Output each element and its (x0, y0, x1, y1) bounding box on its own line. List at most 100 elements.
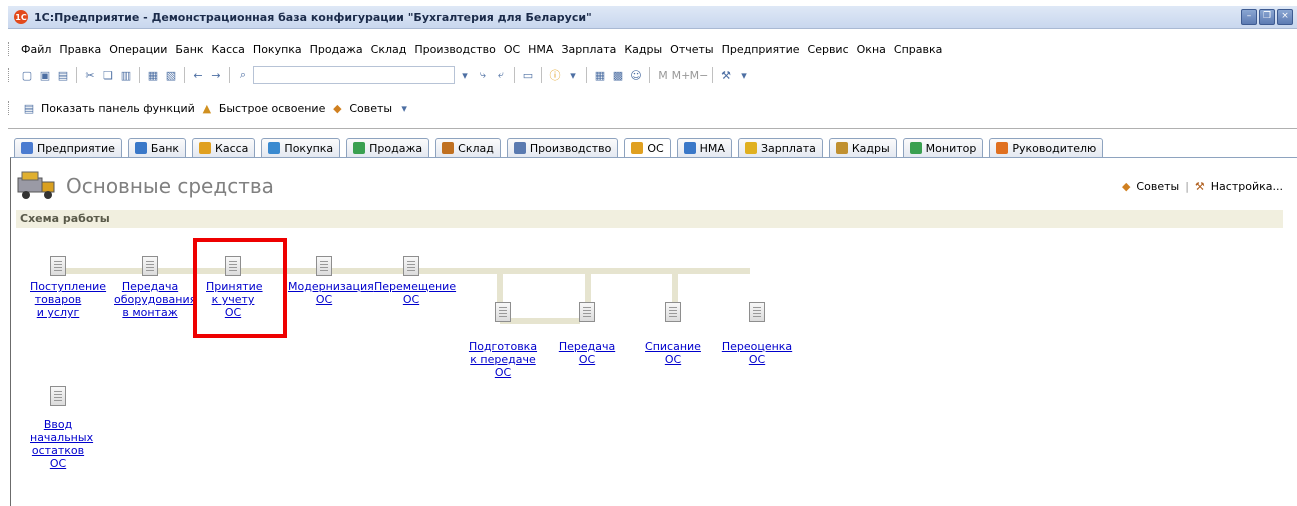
node-modernization[interactable]: Модернизация ОС (288, 256, 374, 306)
tips-link[interactable]: Советы (1136, 180, 1179, 193)
tab-12[interactable]: Руководителю (989, 138, 1104, 158)
menu-salary[interactable]: Зарплата (557, 43, 620, 56)
node-receipt-label[interactable]: Поступление товаров и услуг (30, 280, 106, 319)
copy-icon[interactable]: ❏ (100, 67, 116, 83)
menu-file[interactable]: Файл (17, 43, 55, 56)
node-prepare-transfer-label[interactable]: Подготовка к передаче ОС (466, 340, 540, 379)
window-icon[interactable]: ▭ (520, 67, 536, 83)
tab-label: Предприятие (37, 141, 115, 155)
print-icon[interactable]: ▦ (145, 67, 161, 83)
tab-icon (134, 142, 147, 154)
tab-9[interactable]: Зарплата (737, 138, 823, 158)
cut-icon[interactable]: ✂ (82, 67, 98, 83)
tab-4[interactable]: Продажа (346, 138, 430, 158)
menu-production[interactable]: Производство (410, 43, 499, 56)
search-icon[interactable]: ⌕ (235, 67, 251, 83)
node-transfer-os[interactable]: Передача ОС (550, 302, 624, 366)
tab-8[interactable]: НМА (676, 138, 732, 158)
quick-start-button[interactable]: Быстрое освоение (219, 102, 326, 115)
menu-operations[interactable]: Операции (105, 43, 171, 56)
chevron-down-icon[interactable]: ▾ (396, 100, 412, 116)
node-prepare-transfer[interactable]: Подготовка к передаче ОС (466, 302, 540, 379)
toolbar-separator (541, 67, 542, 83)
calculator-icon[interactable]: ▦ (592, 67, 608, 83)
save-icon[interactable]: ▤ (55, 67, 71, 83)
tab-label: Кадры (851, 141, 890, 155)
show-functions-panel-button[interactable]: Показать панель функций (41, 102, 195, 115)
tab-2[interactable]: Касса (192, 138, 256, 158)
memory-icon[interactable]: M (655, 67, 671, 83)
tab-3[interactable]: Покупка (261, 138, 341, 158)
tab-5[interactable]: Склад (435, 138, 501, 158)
back-icon[interactable]: ← (190, 67, 206, 83)
preview-icon[interactable]: ▧ (163, 67, 179, 83)
tab-11[interactable]: Монитор (902, 138, 984, 158)
node-relocation[interactable]: Перемещение ОС (374, 256, 456, 306)
node-revaluation-label[interactable]: Переоценка ОС (720, 340, 794, 366)
menu-nma[interactable]: НМА (524, 43, 557, 56)
menu-help[interactable]: Справка (890, 43, 946, 56)
restore-icon[interactable]: ❐ (1259, 9, 1275, 25)
toolbar-grip (8, 68, 11, 82)
node-opening-balances[interactable]: Ввод начальных остатков ОС (30, 386, 93, 470)
menu-os[interactable]: ОС (500, 43, 524, 56)
menu-hr[interactable]: Кадры (620, 43, 666, 56)
menu-cash[interactable]: Касса (208, 43, 249, 56)
menu-sales[interactable]: Продажа (306, 43, 367, 56)
menu-enterprise[interactable]: Предприятие (718, 43, 804, 56)
chevron-down-icon[interactable]: ▾ (457, 67, 473, 83)
memory-minus-icon[interactable]: M− (690, 67, 709, 83)
menu-reports[interactable]: Отчеты (666, 43, 717, 56)
close-icon[interactable]: × (1277, 9, 1293, 25)
chevron-down-icon[interactable]: ▾ (736, 67, 752, 83)
tab-icon (353, 142, 366, 154)
forward-icon[interactable]: → (208, 67, 224, 83)
menu-bar: Файл Правка Операции Банк Касса Покупка … (8, 40, 946, 58)
users-icon[interactable]: ☺ (628, 67, 644, 83)
new-document-icon[interactable]: ▢ (19, 67, 35, 83)
node-relocation-label[interactable]: Перемещение ОС (374, 280, 456, 306)
calendar-icon[interactable]: ▩ (610, 67, 626, 83)
tab-icon (909, 142, 922, 154)
toolbar-separator (649, 67, 650, 83)
tab-label: Монитор (925, 141, 977, 155)
find-next-icon[interactable]: ⤷ (475, 67, 491, 83)
search-input[interactable] (253, 66, 455, 84)
open-icon[interactable]: ▣ (37, 67, 53, 83)
menu-windows[interactable]: Окна (853, 43, 890, 56)
node-receipt[interactable]: Поступление товаров и услуг (30, 256, 106, 319)
menu-service[interactable]: Сервис (804, 43, 853, 56)
tips-button[interactable]: Советы (349, 102, 392, 115)
memory-plus-icon[interactable]: M+ (672, 67, 691, 83)
node-writeoff[interactable]: Списание ОС (636, 302, 710, 366)
tools-icon[interactable]: ⚒ (718, 67, 734, 83)
tab-0[interactable]: Предприятие (14, 138, 122, 158)
tab-label: Продажа (369, 141, 423, 155)
node-transfer-os-label[interactable]: Передача ОС (550, 340, 624, 366)
minimize-icon[interactable]: – (1241, 9, 1257, 25)
info-icon[interactable]: ⓘ (547, 67, 563, 83)
menu-warehouse[interactable]: Склад (367, 43, 411, 56)
tips-icon: ◆ (1121, 180, 1131, 193)
tab-10[interactable]: Кадры (828, 138, 897, 158)
toolbar-separator (586, 67, 587, 83)
menu-edit[interactable]: Правка (55, 43, 105, 56)
chevron-down-icon[interactable]: ▾ (565, 67, 581, 83)
section-links: ◆ Советы | ⚒ Настройка... (1122, 180, 1283, 193)
tab-7[interactable]: ОС (624, 138, 671, 158)
tab-6[interactable]: Производство (506, 138, 619, 158)
node-transfer-to-install-label[interactable]: Передача оборудования в монтаж (114, 280, 196, 319)
tab-1[interactable]: Банк (127, 138, 187, 158)
node-opening-balances-label[interactable]: Ввод начальных остатков ОС (30, 418, 93, 470)
menu-purchase[interactable]: Покупка (249, 43, 306, 56)
settings-link[interactable]: Настройка... (1211, 180, 1283, 193)
node-modernization-label[interactable]: Модернизация ОС (288, 280, 374, 306)
paste-icon[interactable]: ▥ (118, 67, 134, 83)
toolbar-grip (8, 101, 11, 115)
node-revaluation[interactable]: Переоценка ОС (720, 302, 794, 366)
node-writeoff-label[interactable]: Списание ОС (636, 340, 710, 366)
find-prev-icon[interactable]: ⤶ (493, 67, 509, 83)
window-titlebar: 1C 1С:Предприятие - Демонстрационная баз… (8, 6, 1297, 29)
node-transfer-to-install[interactable]: Передача оборудования в монтаж (114, 256, 196, 319)
menu-bank[interactable]: Банк (171, 43, 207, 56)
